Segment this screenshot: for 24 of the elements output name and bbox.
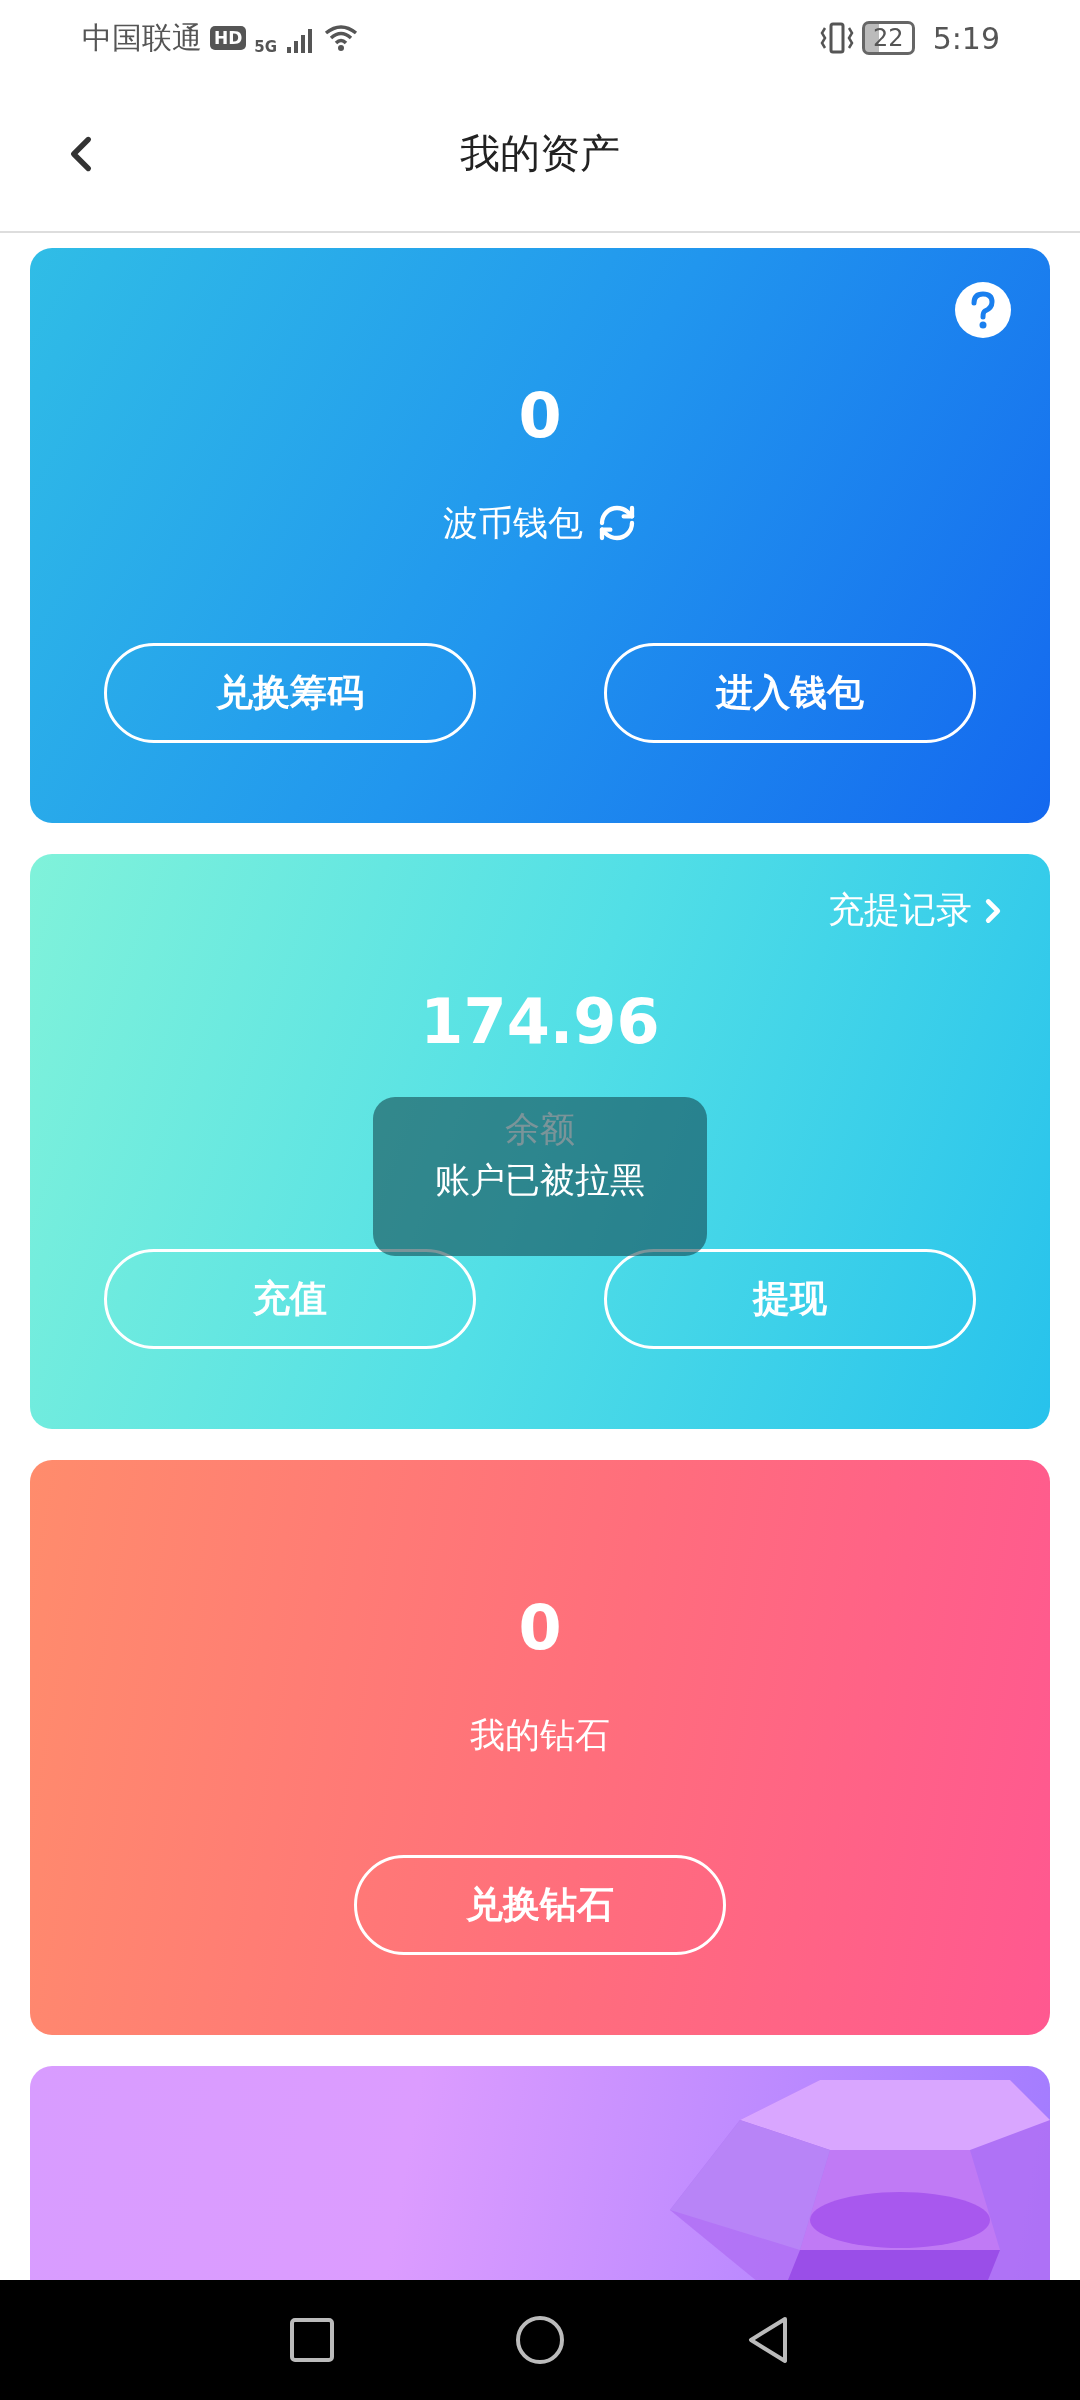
action-button[interactable]: 兑换钻石	[354, 1855, 726, 1955]
records-link[interactable]: 充提记录	[828, 886, 1012, 935]
asset-amount: 174.96	[420, 984, 660, 1060]
network-type: 5G	[254, 37, 278, 56]
asset-label: 余额	[505, 1107, 575, 1151]
asset-amount: 0	[518, 378, 562, 454]
recent-apps-button[interactable]	[289, 2317, 335, 2363]
asset-label: 波币钱包	[443, 501, 583, 545]
action-button[interactable]: 兑换筹码	[104, 643, 476, 743]
wifi-icon	[323, 23, 360, 53]
help-icon[interactable]	[954, 281, 1012, 339]
page-title: 我的资产	[460, 129, 620, 178]
battery-level: 22	[862, 21, 915, 55]
network-badge: HD	[210, 26, 247, 50]
vibrate-icon	[820, 22, 855, 54]
action-button[interactable]: 进入钱包	[604, 643, 976, 743]
action-button[interactable]: 提现	[604, 1249, 976, 1349]
asset-label: 我的钻石	[470, 1713, 610, 1757]
action-button[interactable]: 充值	[104, 1249, 476, 1349]
carrier-name: 中国联通	[82, 18, 202, 57]
refresh-icon[interactable]	[597, 503, 637, 543]
clock-time: 5:19	[932, 20, 1000, 56]
home-button[interactable]	[515, 2315, 565, 2365]
asset-amount: 0	[518, 1590, 562, 1666]
